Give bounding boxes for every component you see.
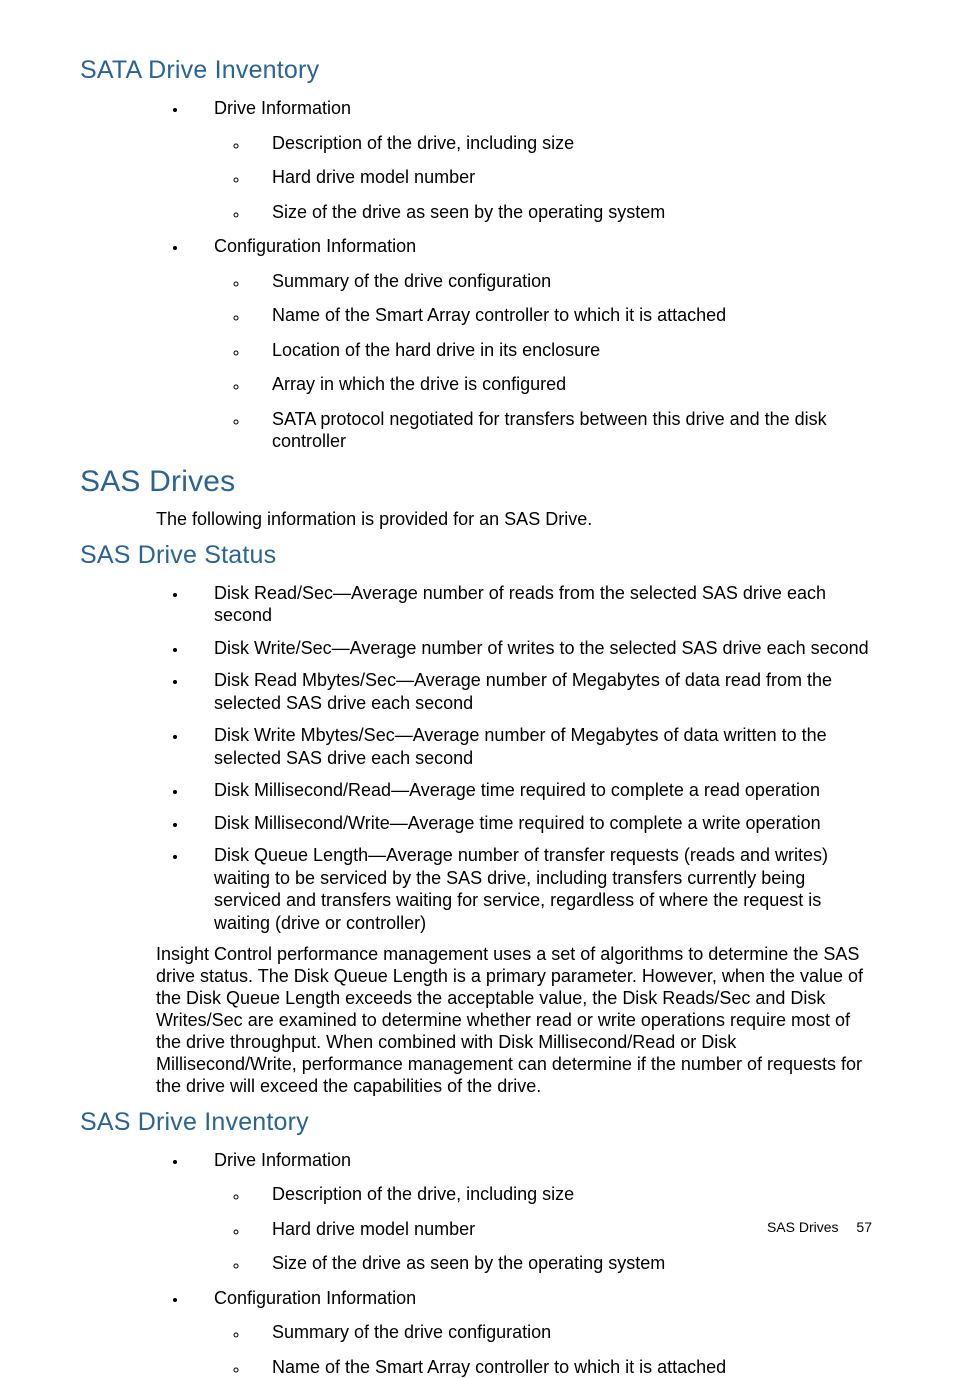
heading-sas-drive-status: SAS Drive Status <box>80 541 874 570</box>
list-item: Disk Write/Sec—Average number of writes … <box>188 637 874 660</box>
list-item: Summary of the drive configuration <box>248 1321 874 1344</box>
list-item-label: Configuration Information <box>214 236 416 256</box>
list-item: Disk Write Mbytes/Sec—Average number of … <box>188 724 874 769</box>
list-item: Hard drive model number <box>248 166 874 189</box>
sata-inventory-sublist-1: Summary of the drive configuration Name … <box>214 270 874 453</box>
page-footer: SAS Drives 57 <box>767 1219 872 1235</box>
list-item: Drive Information Description of the dri… <box>188 1149 874 1275</box>
list-item: Drive Information Description of the dri… <box>188 97 874 223</box>
list-item: SATA protocol negotiated for transfers b… <box>248 408 874 453</box>
list-item: Name of the Smart Array controller to wh… <box>248 304 874 327</box>
list-item: Name of the Smart Array controller to wh… <box>248 1356 874 1378</box>
footer-section-label: SAS Drives <box>767 1219 839 1235</box>
list-item: Disk Read/Sec—Average number of reads fr… <box>188 582 874 627</box>
sas-inventory-sublist-1: Summary of the drive configuration Name … <box>214 1321 874 1378</box>
sata-inventory-sublist-0: Description of the drive, including size… <box>214 132 874 224</box>
sas-status-list: Disk Read/Sec—Average number of reads fr… <box>80 582 874 935</box>
list-item: Disk Millisecond/Write—Average time requ… <box>188 812 874 835</box>
list-item-label: Drive Information <box>214 98 351 118</box>
list-item: Summary of the drive configuration <box>248 270 874 293</box>
list-item: Size of the drive as seen by the operati… <box>248 1252 874 1275</box>
page-container: SATA Drive Inventory Drive Information D… <box>0 0 954 1271</box>
list-item: Disk Queue Length—Average number of tran… <box>188 844 874 934</box>
list-item: Location of the hard drive in its enclos… <box>248 339 874 362</box>
list-item: Description of the drive, including size <box>248 132 874 155</box>
sas-intro-text: The following information is provided fo… <box>156 507 874 531</box>
list-item: Array in which the drive is configured <box>248 373 874 396</box>
footer-page-number: 57 <box>856 1219 872 1235</box>
list-item: Configuration Information Summary of the… <box>188 235 874 453</box>
list-item-label: Configuration Information <box>214 1288 416 1308</box>
heading-sata-drive-inventory: SATA Drive Inventory <box>80 56 874 85</box>
sas-inventory-list: Drive Information Description of the dri… <box>80 1149 874 1378</box>
heading-sas-drives: SAS Drives <box>80 465 874 499</box>
list-item: Description of the drive, including size <box>248 1183 874 1206</box>
list-item: Size of the drive as seen by the operati… <box>248 201 874 224</box>
sas-status-paragraph: Insight Control performance management u… <box>156 944 874 1098</box>
heading-sas-drive-inventory: SAS Drive Inventory <box>80 1108 874 1137</box>
list-item-label: Drive Information <box>214 1150 351 1170</box>
list-item: Configuration Information Summary of the… <box>188 1287 874 1378</box>
list-item: Disk Read Mbytes/Sec—Average number of M… <box>188 669 874 714</box>
sata-inventory-list: Drive Information Description of the dri… <box>80 97 874 453</box>
list-item: Disk Millisecond/Read—Average time requi… <box>188 779 874 802</box>
